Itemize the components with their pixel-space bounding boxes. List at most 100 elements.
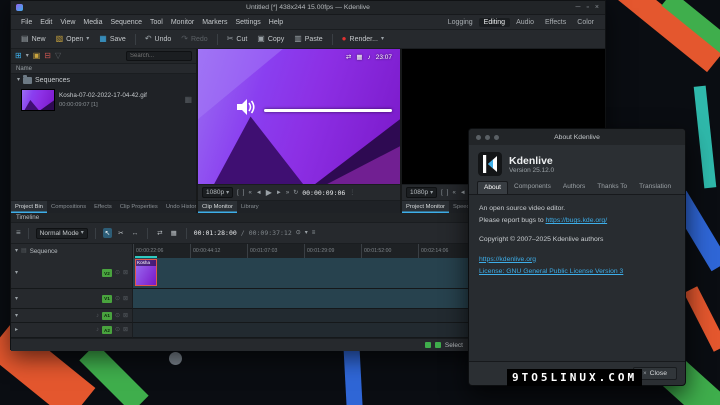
expand-chevron-icon[interactable]: ▾ — [17, 77, 20, 83]
mute-track-icon[interactable]: ⊙ — [115, 313, 120, 319]
tag-green-icon[interactable] — [435, 342, 441, 348]
track-v1-header[interactable]: ▾ V1 ⊙ ⊠ — [11, 289, 133, 309]
clip-monitor-view[interactable]: ⇄ ▦ ♪ 23:07 — [198, 49, 400, 184]
tag-green-icon[interactable] — [425, 342, 431, 348]
redo-button[interactable]: ↷Redo — [177, 33, 211, 45]
hide-track-icon[interactable]: ⊙ — [115, 296, 120, 302]
dialog-maximize-button[interactable] — [494, 135, 499, 140]
minimize-icon[interactable]: ─ — [575, 4, 580, 11]
about-tab-translation[interactable]: Translation — [633, 181, 677, 194]
bin-search-input[interactable] — [126, 51, 192, 61]
menu-file[interactable]: File — [17, 19, 36, 26]
workspace-effects[interactable]: Effects — [540, 18, 571, 27]
tab-clip-properties[interactable]: Clip Properties — [116, 201, 162, 213]
add-clip-icon[interactable]: ⊞ — [15, 52, 22, 60]
lock-track-icon[interactable]: ⊠ — [123, 296, 128, 302]
skip-back-icon[interactable]: « — [452, 190, 455, 196]
workspace-color[interactable]: Color — [572, 18, 599, 27]
resolution-dropdown[interactable]: 1080p▾ — [406, 187, 437, 198]
skip-forward-icon[interactable]: » — [286, 190, 289, 196]
menu-settings[interactable]: Settings — [231, 19, 264, 26]
tab-library[interactable]: Library — [237, 201, 263, 213]
about-tab-thanks[interactable]: Thanks To — [591, 181, 633, 194]
tab-undo-history[interactable]: Undo History — [162, 201, 196, 213]
overlay-grid-icon[interactable]: ▦ — [356, 53, 362, 61]
menu-monitor[interactable]: Monitor — [167, 19, 198, 26]
zone-out-icon[interactable]: ] — [243, 190, 245, 196]
website-link[interactable]: https://kdenlive.org — [479, 256, 536, 263]
collapse-chevron-icon[interactable]: ▸ — [15, 327, 18, 333]
lock-track-icon[interactable]: ⊠ — [123, 313, 128, 319]
tab-effects[interactable]: Effects — [90, 201, 116, 213]
workspace-logging[interactable]: Logging — [443, 18, 478, 27]
mute-track-icon[interactable]: ⊙ — [115, 327, 120, 333]
dialog-minimize-button[interactable] — [485, 135, 490, 140]
frame-back-icon[interactable]: ◄ — [460, 190, 466, 196]
close-icon[interactable]: × — [595, 4, 599, 11]
workspace-editing[interactable]: Editing — [479, 18, 510, 27]
zone-in-icon[interactable]: [ — [441, 190, 443, 196]
spacer-tool[interactable]: ↔ — [130, 229, 141, 238]
frame-forward-icon[interactable]: ► — [276, 190, 282, 196]
bin-clip-kosha[interactable]: Kosha-07-02-2022-17-04-42.gif 00:00:09:0… — [11, 86, 196, 114]
play-icon[interactable]: ▶ — [266, 189, 272, 197]
bugs-link[interactable]: https://bugs.kde.org/ — [546, 217, 608, 224]
render-button[interactable]: ●Render...▾ — [338, 33, 388, 45]
timeline-clip-kosha[interactable]: Kosha — [135, 259, 157, 286]
zone-in-icon[interactable]: [ — [237, 190, 239, 196]
undo-button[interactable]: ↶Undo — [141, 33, 175, 45]
lock-track-icon[interactable]: ⊠ — [123, 327, 128, 333]
volume-slider[interactable] — [264, 109, 392, 112]
create-folder-icon[interactable]: ▣ — [33, 52, 41, 60]
track-target-badge[interactable]: V2 — [102, 269, 112, 277]
timeline-menu-icon[interactable]: ≡ — [312, 230, 316, 236]
track-a1-header[interactable]: ▾ ♪ A1 ⊙ ⊠ — [11, 309, 133, 323]
insert-zone-icon[interactable]: ▾ — [305, 230, 308, 236]
menu-markers[interactable]: Markers — [198, 19, 231, 26]
chevron-down-icon[interactable]: ▾ — [26, 53, 29, 59]
track-target-badge[interactable]: A2 — [102, 326, 112, 334]
collapse-chevron-icon[interactable]: ▾ — [15, 313, 18, 319]
about-tab-authors[interactable]: Authors — [557, 181, 591, 194]
window-titlebar[interactable]: Untitled [*] 438x244 15.00fps — Kdenlive… — [11, 1, 605, 15]
slip-tool[interactable]: ⇄ — [155, 228, 164, 238]
menu-tool[interactable]: Tool — [146, 19, 167, 26]
maximize-icon[interactable]: ▫ — [586, 4, 588, 11]
mix-icon[interactable]: ⊙ — [296, 230, 301, 236]
track-target-badge[interactable]: V1 — [102, 295, 112, 303]
tab-clip-monitor[interactable]: Clip Monitor — [198, 201, 237, 213]
dialog-close-button[interactable] — [476, 135, 481, 140]
dialog-titlebar[interactable]: About Kdenlive — [469, 129, 685, 145]
edit-mode-dropdown[interactable]: Normal Mode▾ — [36, 228, 88, 239]
menu-help[interactable]: Help — [265, 19, 287, 26]
menu-media[interactable]: Media — [79, 19, 106, 26]
hide-track-icon[interactable]: ⊙ — [115, 270, 120, 276]
sequence-tab[interactable]: ▾ ▤ Sequence — [11, 244, 133, 258]
about-tab-about[interactable]: About — [477, 181, 508, 194]
menu-sequence[interactable]: Sequence — [106, 19, 146, 26]
license-link[interactable]: License: GNU General Public License Vers… — [479, 268, 623, 275]
save-button[interactable]: ▦Save — [95, 33, 130, 45]
overlay-audio-icon[interactable]: ♪ — [367, 54, 370, 61]
menu-view[interactable]: View — [56, 19, 79, 26]
track-v2-header[interactable]: ▾ V2 ⊙ ⊠ — [11, 258, 133, 289]
monitor-menu-icon[interactable]: ⋮ — [349, 190, 355, 196]
paste-button[interactable]: ▥Paste — [290, 33, 326, 45]
select-tool[interactable]: ↖ — [103, 228, 112, 238]
frame-back-icon[interactable]: ◄ — [256, 190, 262, 196]
overlay-swap-icon[interactable]: ⇄ — [346, 53, 351, 61]
bin-folder-sequences[interactable]: ▾ Sequences — [11, 74, 196, 86]
about-tab-components[interactable]: Components — [508, 181, 557, 194]
collapse-chevron-icon[interactable]: ▾ — [15, 270, 18, 276]
filter-icon[interactable]: ▽ — [55, 52, 61, 60]
open-button[interactable]: ▧Open▾ — [52, 33, 94, 45]
resolution-dropdown[interactable]: 1080p▾ — [202, 187, 233, 198]
skip-back-icon[interactable]: « — [248, 190, 251, 196]
workspace-audio[interactable]: Audio — [511, 18, 539, 27]
new-button[interactable]: ▤New — [17, 33, 50, 45]
tab-project-bin[interactable]: Project Bin — [11, 201, 47, 213]
tab-project-monitor[interactable]: Project Monitor — [402, 201, 449, 213]
razor-tool[interactable]: ✂ — [116, 228, 125, 238]
track-target-badge[interactable]: A1 — [102, 312, 112, 320]
bin-column-header[interactable]: Name — [11, 64, 196, 74]
